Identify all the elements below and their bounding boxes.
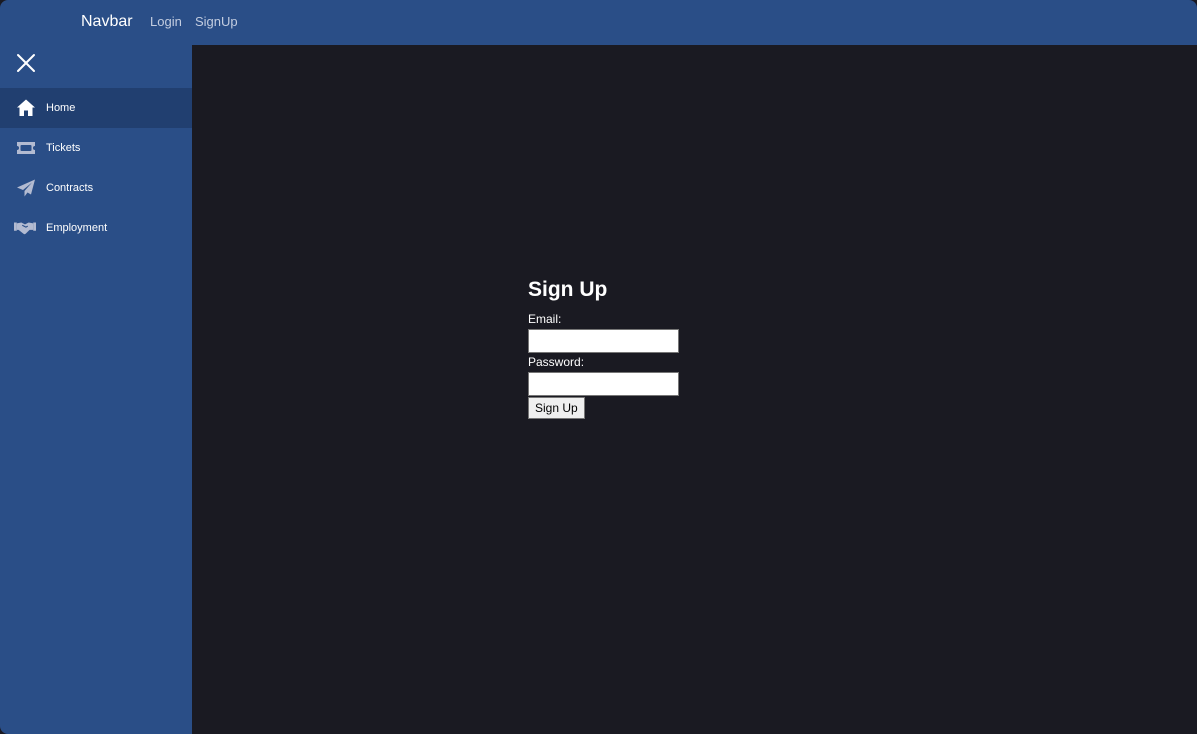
top-navbar: Navbar Login SignUp xyxy=(0,0,1197,45)
main-content: Sign Up Email: Password: Sign Up xyxy=(192,45,1197,734)
handshake-icon xyxy=(14,222,36,235)
ticket-icon xyxy=(17,142,35,154)
sidebar-item-label: Employment xyxy=(46,222,108,234)
password-label: Password: xyxy=(528,355,585,369)
sidebar-item-employment[interactable]: Employment xyxy=(0,208,192,248)
sidebar-item-home[interactable]: Home xyxy=(0,88,192,128)
sidebar-item-label: Contracts xyxy=(46,182,94,194)
sidebar-item-contracts[interactable]: Contracts xyxy=(0,168,192,208)
sidebar-item-label: Home xyxy=(46,102,76,114)
home-icon xyxy=(17,99,35,116)
paper-plane-icon xyxy=(17,179,35,197)
email-field[interactable] xyxy=(528,329,679,353)
nav-login-link[interactable]: Login xyxy=(150,14,182,30)
sidebar: Home Tickets Contracts Employment xyxy=(0,45,192,734)
sidebar-close-button[interactable] xyxy=(16,53,36,73)
sign-up-button[interactable]: Sign Up xyxy=(528,397,585,419)
password-field[interactable] xyxy=(528,372,679,396)
app-window: Navbar Login SignUp Home Tickets Contrac… xyxy=(0,0,1197,734)
page-title: Sign Up xyxy=(528,278,608,301)
close-icon xyxy=(17,54,35,72)
nav-signup-link[interactable]: SignUp xyxy=(195,14,238,30)
signup-form: Sign Up Email: Password: Sign Up xyxy=(528,277,728,419)
navbar-brand[interactable]: Navbar xyxy=(81,12,133,32)
sidebar-item-tickets[interactable]: Tickets xyxy=(0,128,192,168)
sidebar-item-label: Tickets xyxy=(46,142,81,154)
email-label: Email: xyxy=(528,312,562,326)
